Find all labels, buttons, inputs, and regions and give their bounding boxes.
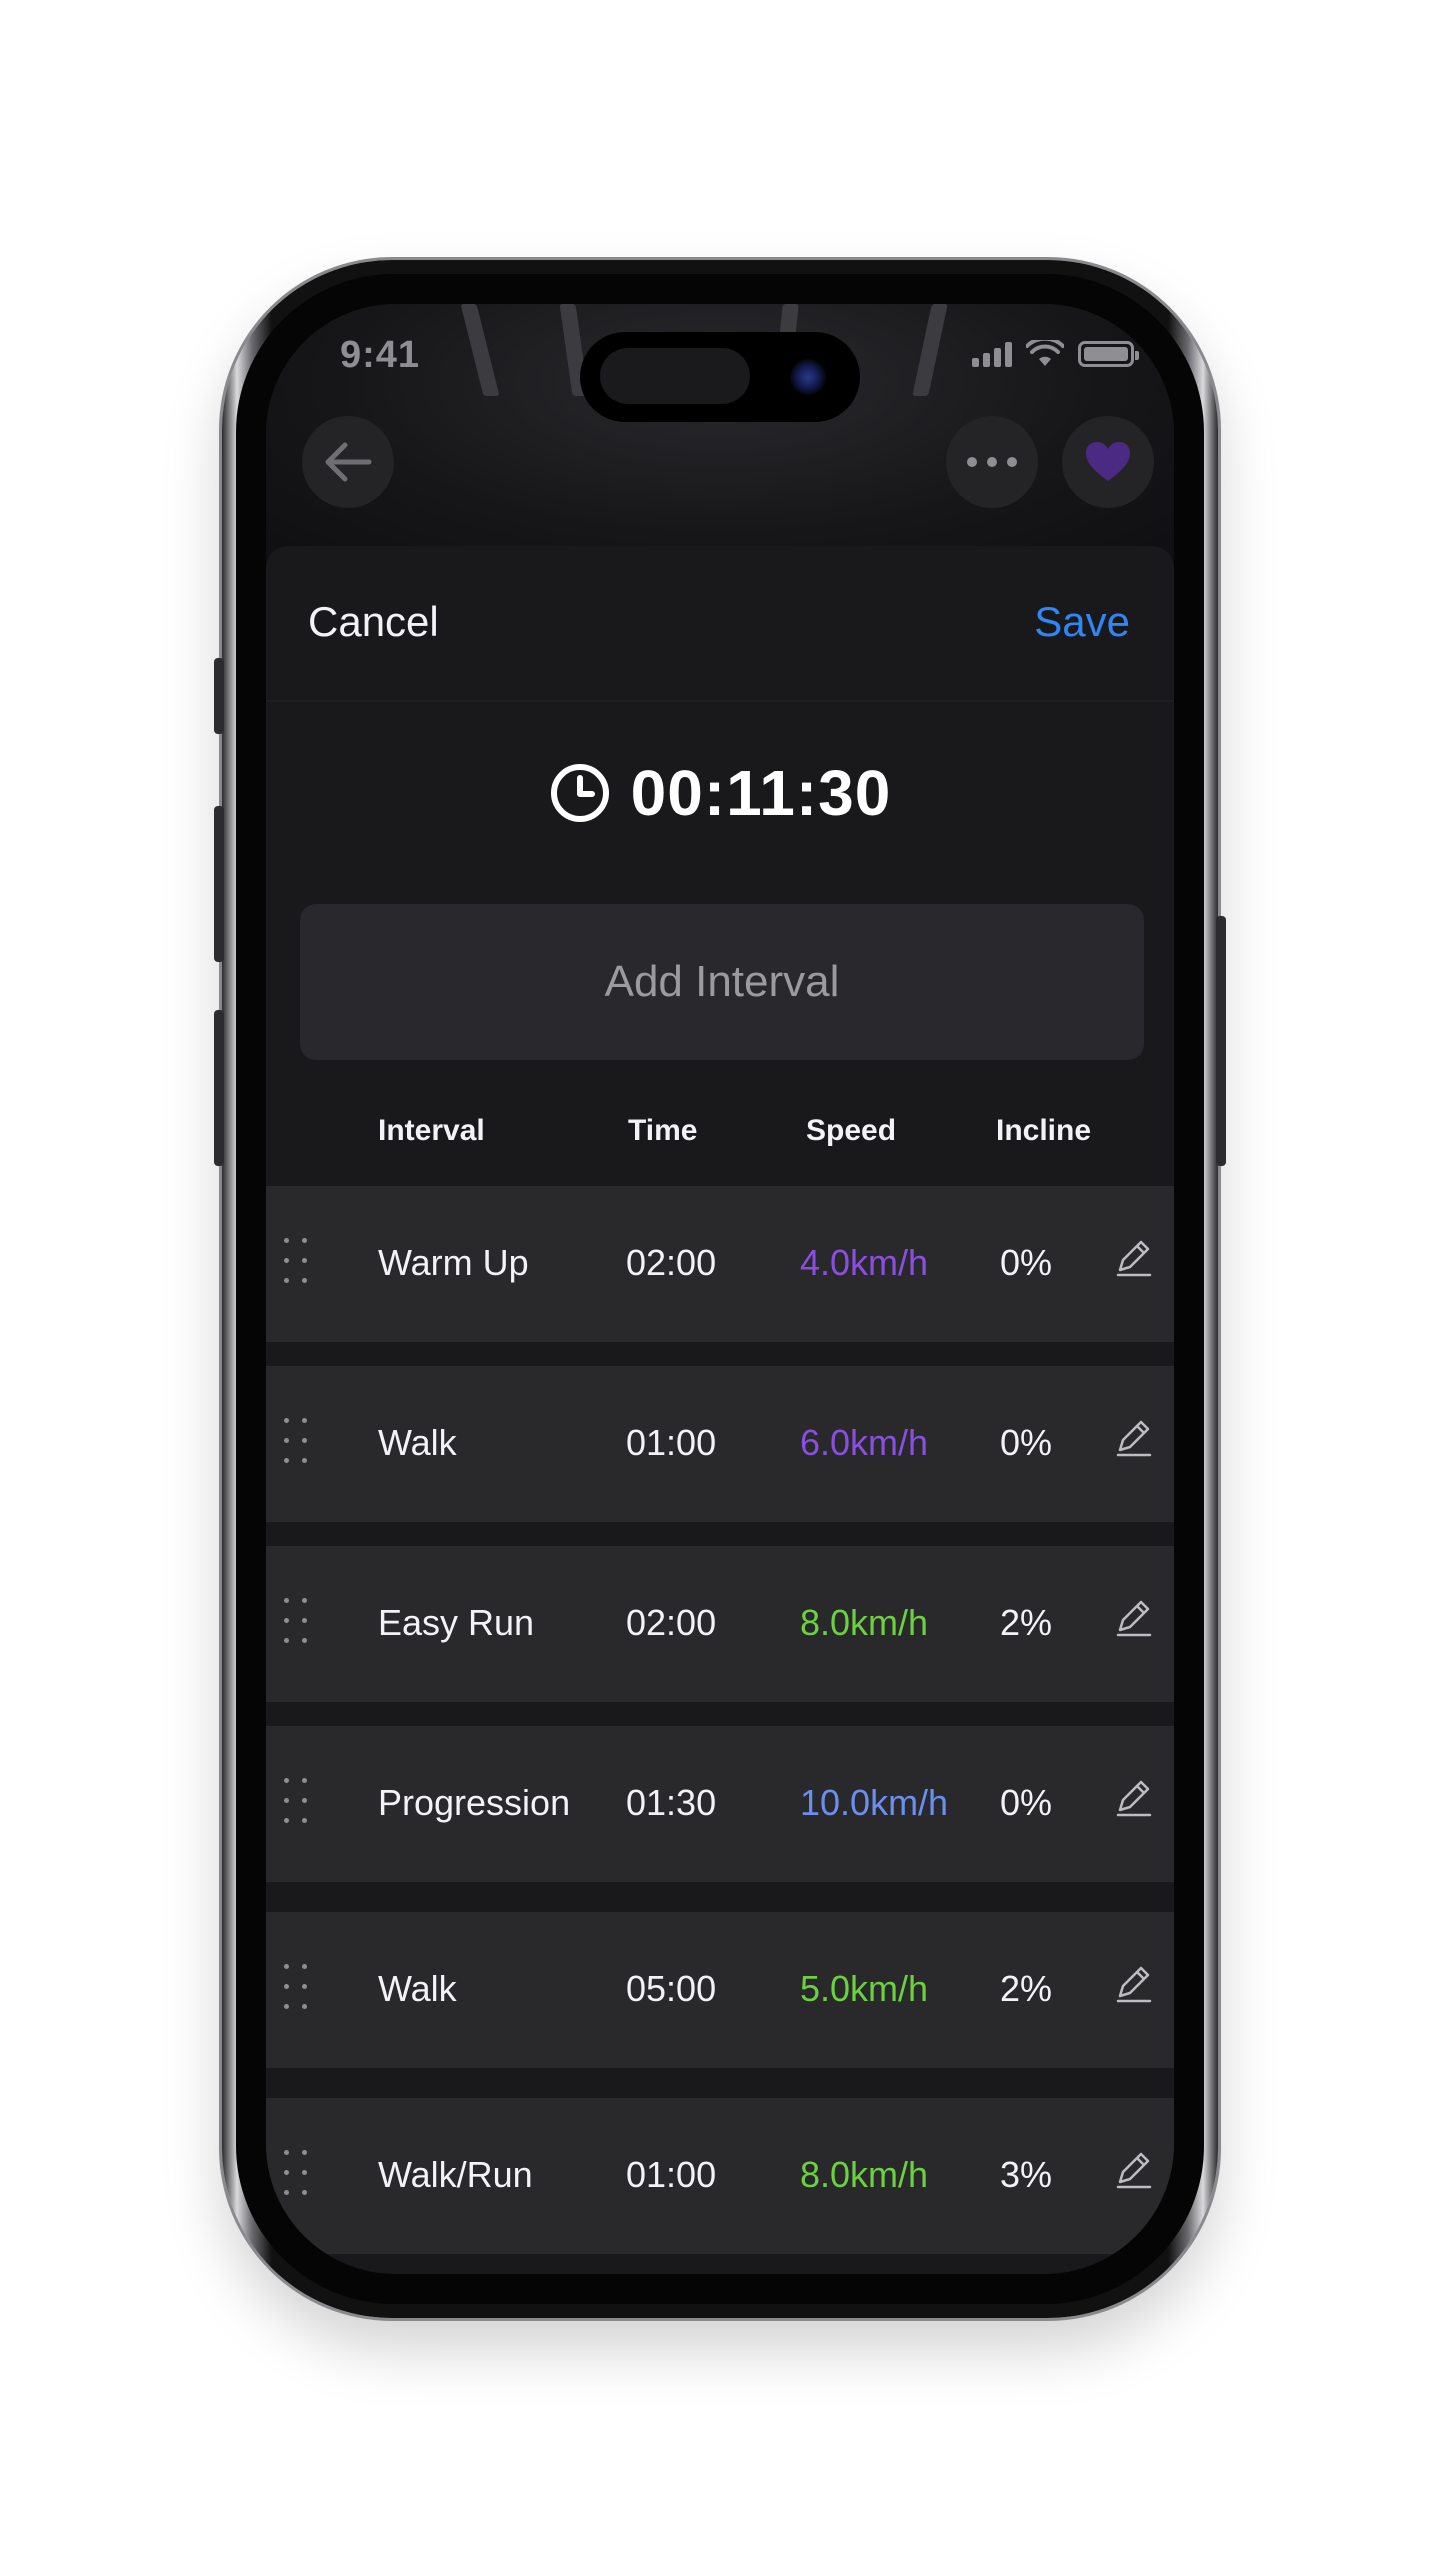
interval-row[interactable]: Walk 05:00 5.0km/h 2% [266,1912,1174,2068]
arrow-left-icon [325,442,372,482]
edit-workout-sheet: Cancel Save 00:11:30 Add Interval Interv… [266,546,1174,2274]
interval-name: Walk/Run [378,2154,533,2195]
edit-pencil-icon[interactable] [1114,1964,1156,2006]
column-header-speed: Speed [806,1114,897,1147]
dynamic-island [580,332,860,422]
ceiling-light [460,304,500,396]
edit-pencil-icon[interactable] [1114,1778,1156,1820]
interval-name: Progression [378,1782,571,1823]
interval-time: 05:00 [626,1968,717,2009]
phone-volume-up-button [214,806,224,962]
status-time: 9:41 [340,334,421,376]
ceiling-light [912,304,948,396]
interval-row[interactable]: Warm Up 02:00 4.0km/h 0% [266,1186,1174,1342]
interval-speed: 8.0km/h [800,2154,929,2195]
phone-action-button [214,658,224,734]
interval-speed: 6.0km/h [800,1422,929,1463]
drag-handle-icon[interactable] [284,1778,314,1828]
phone-power-button [1216,916,1226,1166]
favorite-button[interactable] [1062,416,1154,508]
interval-incline: 3% [1000,2154,1053,2195]
interval-incline: 0% [1000,1422,1053,1463]
add-interval-button[interactable]: Add Interval [300,904,1144,1060]
save-button[interactable]: Save [1034,598,1130,646]
clock-icon [550,764,609,822]
interval-speed: 10.0km/h [800,1782,949,1823]
interval-time: 01:00 [626,2154,717,2195]
interval-time: 01:30 [626,1782,717,1823]
sheet-header: Cancel Save [266,546,1174,702]
edit-pencil-icon[interactable] [1114,1598,1156,1640]
interval-name: Easy Run [378,1602,535,1643]
interval-name: Walk [378,1968,457,2009]
phone-screen: 9:41 Cancel Save 00:11:30 Add Interval I… [266,304,1174,2274]
edit-pencil-icon[interactable] [1114,1418,1156,1460]
interval-time: 01:00 [626,1422,717,1463]
interval-speed: 4.0km/h [800,1242,929,1283]
interval-time: 02:00 [626,1242,717,1283]
more-dots-icon [967,457,1017,467]
interval-name: Walk [378,1422,457,1463]
column-header-interval: Interval [378,1114,485,1147]
drag-handle-icon[interactable] [284,1598,314,1648]
drag-handle-icon[interactable] [284,1238,314,1288]
front-camera [790,359,826,395]
more-options-button[interactable] [946,416,1038,508]
interval-time: 02:00 [626,1602,717,1643]
interval-name: Warm Up [378,1242,529,1283]
interval-speed: 5.0km/h [800,1968,929,2009]
island-pill [600,348,750,404]
interval-row[interactable]: Progression 01:30 10.0km/h 0% [266,1726,1174,1882]
battery-icon [1078,341,1139,367]
column-header-time: Time [628,1114,698,1147]
status-icons [972,340,1139,368]
interval-row[interactable]: Walk/Run 01:00 8.0km/h 3% [266,2098,1174,2254]
cancel-button[interactable]: Cancel [308,598,439,646]
column-header-incline: Incline [996,1114,1092,1147]
interval-incline: 2% [1000,1968,1053,2009]
drag-handle-icon[interactable] [284,1964,314,2014]
phone-volume-down-button [214,1010,224,1166]
interval-row[interactable]: Walk 01:00 6.0km/h 0% [266,1366,1174,1522]
back-button[interactable] [302,416,394,508]
wifi-icon [1026,340,1064,366]
cellular-signal-icon [972,341,1012,367]
drag-handle-icon[interactable] [284,2150,314,2200]
interval-incline: 0% [1000,1242,1053,1283]
edit-pencil-icon[interactable] [1114,1238,1156,1280]
interval-incline: 0% [1000,1782,1053,1823]
interval-incline: 2% [1000,1602,1053,1643]
total-time: 00:11:30 [266,756,1174,830]
heart-icon [1086,442,1130,481]
total-time-value: 00:11:30 [630,757,892,829]
edit-pencil-icon[interactable] [1114,2150,1156,2192]
interval-row[interactable]: Easy Run 02:00 8.0km/h 2% [266,1546,1174,1702]
interval-speed: 8.0km/h [800,1602,929,1643]
drag-handle-icon[interactable] [284,1418,314,1468]
